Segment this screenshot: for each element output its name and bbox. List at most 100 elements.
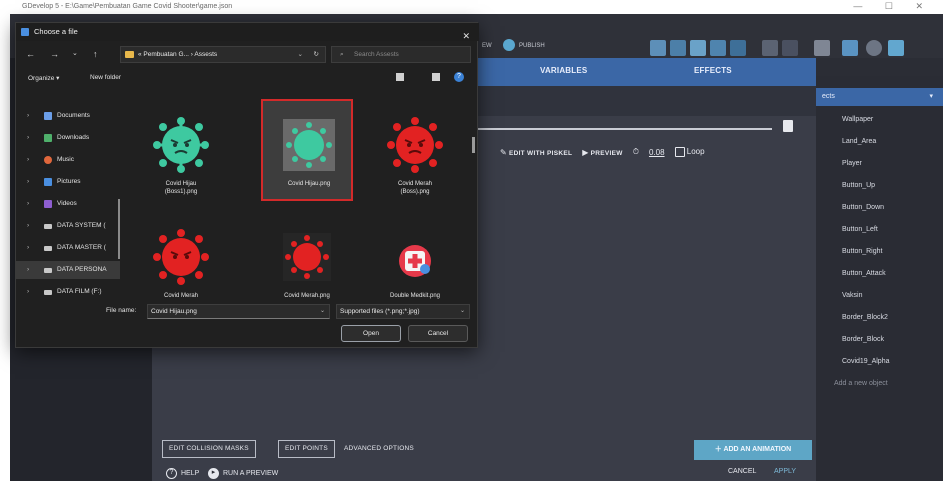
object-item[interactable]: Button_Right (842, 248, 882, 255)
search-input[interactable]: ⌕ Search Assests (331, 46, 471, 63)
scene-icon[interactable] (650, 40, 666, 56)
object-item[interactable]: Land_Area (842, 138, 876, 145)
add-animation-button[interactable]: ＋ ADD AN ANIMATION (694, 440, 812, 460)
add-new-object-button[interactable]: Add a new object (834, 380, 888, 387)
file-grid: Covid Hijau(Boss1).png Covid Hijau.png (121, 89, 471, 299)
grid-icon[interactable] (842, 40, 858, 56)
loop-checkbox[interactable] (674, 147, 685, 157)
timing-input[interactable]: 0.08 (649, 148, 665, 157)
filename-input[interactable]: Covid Hijau.png ⌄ (147, 304, 330, 319)
file-tile[interactable]: Covid Merah.png (261, 213, 353, 315)
forward-arrow-icon[interactable]: → (50, 49, 59, 59)
object-item[interactable]: Button_Left (842, 226, 878, 233)
window-controls[interactable]: — ☐ ✕ (853, 1, 933, 12)
events-icon[interactable] (814, 40, 830, 56)
sidebar-item-drive[interactable]: › DATA SYSTEM ( (16, 217, 120, 235)
window-title: GDevelop 5 - E:\Game\Pembuatan Game Covi… (22, 3, 233, 10)
file-tile[interactable]: Covid Merah (Boss).png (369, 101, 461, 203)
address-path: « Pembuatan G... › Assests (138, 51, 218, 58)
sidebar-item-pictures[interactable]: › Pictures (16, 173, 120, 191)
preview-label[interactable]: EW (482, 43, 492, 49)
object-item[interactable]: Covid19_Alpha (842, 358, 889, 365)
search-icon: ⌕ (340, 51, 344, 58)
object-item[interactable]: Button_Attack (842, 270, 886, 277)
sidebar-item-documents[interactable]: › Documents (16, 107, 120, 125)
sidebar-item-music[interactable]: › Music (16, 151, 120, 169)
tab-variables[interactable]: VARIABLES (540, 66, 587, 75)
object-editor-footer: EDIT COLLISION MASKS EDIT POINTS ADVANCE… (152, 428, 816, 481)
apply-button[interactable]: APPLY (774, 468, 796, 475)
window-titlebar: GDevelop 5 - E:\Game\Pembuatan Game Covi… (0, 0, 943, 14)
file-grid-scrollbar[interactable] (472, 137, 475, 153)
loop-toggle[interactable]: Loop (674, 147, 705, 157)
run-preview-button[interactable]: ▸ RUN A PREVIEW (208, 468, 278, 479)
cancel-button[interactable]: Cancel (408, 325, 468, 342)
publish-label[interactable]: PUBLISH (519, 43, 545, 49)
file-tile-selected[interactable]: Covid Hijau.png (261, 99, 353, 201)
undo-icon[interactable] (762, 40, 778, 56)
file-tile[interactable]: Covid Merah (135, 213, 227, 315)
view-icon[interactable] (396, 73, 404, 81)
file-name: Covid Merah.png (284, 293, 330, 299)
edit-with-piskel-button[interactable]: ✎ EDIT WITH PISKEL (500, 148, 572, 157)
delete-icon[interactable] (783, 120, 793, 132)
tab-effects[interactable]: EFFECTS (694, 66, 732, 75)
sidebar-item-drive[interactable]: › DATA MASTER ( (16, 239, 120, 257)
objects-panel: ects ▾ Wallpaper Land_Area Player Button… (816, 76, 943, 481)
preview-button[interactable]: ▶ PREVIEW (582, 148, 622, 157)
virus-thumbnail (283, 233, 331, 281)
command-bar: Organize ▾ New folder ? (16, 67, 479, 89)
app-icon (21, 28, 29, 36)
settings-icon[interactable] (888, 40, 904, 56)
sidebar-item-downloads[interactable]: › Downloads (16, 129, 120, 147)
folder-icon (125, 51, 134, 58)
recent-dropdown-icon[interactable]: ⌄ (72, 49, 78, 57)
list-icon[interactable] (710, 40, 726, 56)
file-tile[interactable]: Double Medkit.png (369, 213, 461, 315)
chevron-down-icon[interactable]: ⌄ (320, 305, 325, 318)
filter-icon[interactable]: ▾ (929, 88, 933, 106)
sidebar-item-drive[interactable]: › DATA FILM (F:) (16, 283, 120, 301)
edit-points-button[interactable]: EDIT POINTS (278, 440, 335, 458)
address-dropdown-icon[interactable]: ⌄ (298, 47, 303, 62)
stack-icon[interactable] (730, 40, 746, 56)
back-arrow-icon[interactable]: ← (26, 49, 35, 59)
object-item[interactable]: Border_Block2 (842, 314, 888, 321)
documents-icon (44, 112, 52, 120)
layers-icon[interactable] (670, 40, 686, 56)
animation-toolbar: ✎ EDIT WITH PISKEL ▶ PREVIEW ⏱ 0.08 Loop (500, 145, 705, 159)
refresh-icon[interactable]: ↻ (314, 47, 319, 62)
object-item[interactable]: Wallpaper (842, 116, 873, 123)
help-button[interactable]: ? HELP (166, 468, 199, 479)
advanced-options-button[interactable]: ADVANCED OPTIONS (344, 445, 414, 452)
cancel-button[interactable]: CANCEL (728, 468, 756, 475)
sidebar-item-drive[interactable]: › DATA PERSONA (16, 261, 120, 279)
edit-collision-masks-button[interactable]: EDIT COLLISION MASKS (162, 440, 256, 458)
animation-slider[interactable] (472, 128, 772, 130)
chevron-down-icon: ⌄ (459, 308, 465, 314)
redo-icon[interactable] (782, 40, 798, 56)
sidebar-item-videos[interactable]: › Videos (16, 195, 120, 213)
edit-icon[interactable] (690, 40, 706, 56)
file-tile[interactable]: Covid Hijau (Boss1).png (135, 101, 227, 203)
zoom-icon[interactable] (866, 40, 882, 56)
sidebar-scrollbar[interactable] (118, 199, 120, 259)
filetype-select[interactable]: Supported files (*.png;*.jpg) ⌄ (336, 304, 470, 319)
pencil-icon: ✎ (500, 147, 507, 157)
videos-icon (44, 200, 52, 208)
object-item[interactable]: Button_Down (842, 204, 884, 211)
object-item[interactable]: Player (842, 160, 862, 167)
help-icon[interactable]: ? (454, 72, 464, 82)
preview-pane-icon[interactable] (432, 73, 440, 81)
object-item[interactable]: Vaksin (842, 292, 863, 299)
object-item[interactable]: Border_Block (842, 336, 884, 343)
open-button[interactable]: Open (341, 325, 401, 342)
publish-icon[interactable] (503, 39, 515, 51)
drive-icon (44, 268, 52, 273)
up-arrow-icon[interactable]: ↑ (93, 49, 98, 59)
object-item[interactable]: Button_Up (842, 182, 875, 189)
address-bar[interactable]: « Pembuatan G... › Assests ⌄ ↻ (120, 46, 326, 63)
new-folder-button[interactable]: New folder (90, 74, 121, 81)
file-name: Double Medkit.png (389, 293, 441, 299)
organize-button[interactable]: Organize ▾ (28, 74, 59, 82)
